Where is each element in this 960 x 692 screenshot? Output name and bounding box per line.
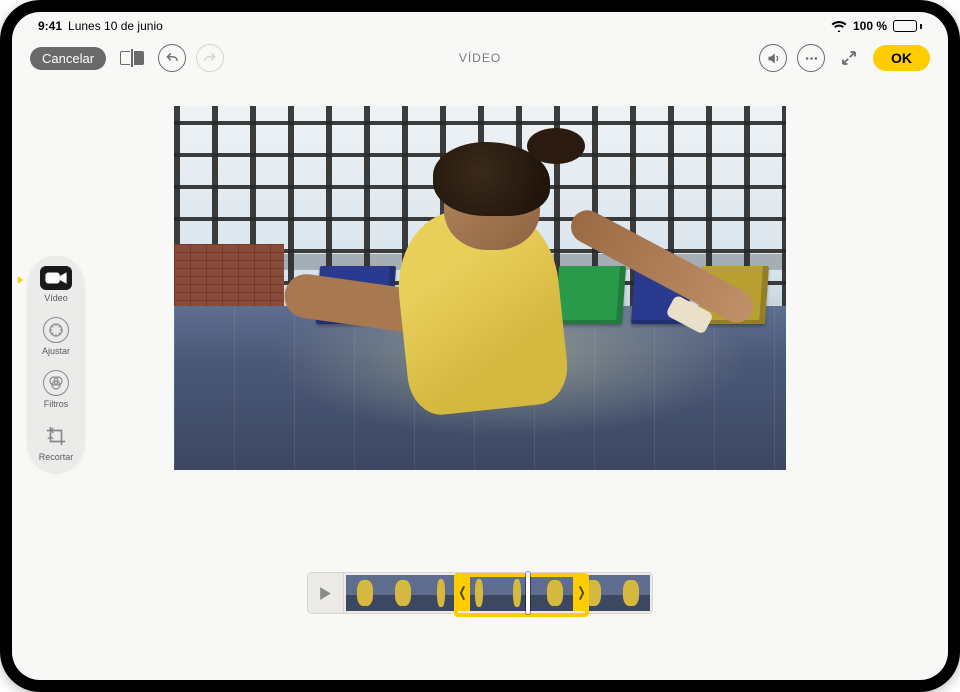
editor-toolbar: Cancelar VÍDEO OK [12,36,948,80]
status-time: 9:41 [38,19,62,33]
trim-range[interactable] [454,573,589,617]
volume-button[interactable] [759,44,787,72]
tool-filters[interactable]: Filtros [32,370,80,409]
active-tool-indicator [18,276,23,284]
crop-icon [43,423,69,449]
video-icon [40,266,72,290]
play-button[interactable] [307,572,343,614]
trim-handle-end[interactable] [573,575,589,611]
redo-button[interactable] [196,44,224,72]
compare-original-button[interactable] [116,49,148,67]
tool-crop-label: Recortar [39,452,74,462]
more-options-button[interactable] [797,44,825,72]
cancel-button[interactable]: Cancelar [30,47,106,70]
adjust-icon [43,317,69,343]
video-preview[interactable] [174,106,786,470]
status-date: Lunes 10 de junio [68,19,163,33]
tool-video-label: Vídeo [44,293,68,303]
playhead[interactable] [526,572,530,614]
tool-filters-label: Filtros [44,399,69,409]
undo-button[interactable] [158,44,186,72]
video-timeline [307,572,653,614]
battery-icon [893,20,922,32]
tool-adjust[interactable]: Ajustar [32,317,80,356]
filters-icon [43,370,69,396]
tool-video[interactable]: Vídeo [32,266,80,303]
tool-adjust-label: Ajustar [42,346,70,356]
edit-tools-sidebar: Vídeo Ajustar Filtros Recortar [28,256,84,472]
status-bar: 9:41 Lunes 10 de junio 100 % [12,12,948,36]
battery-percent: 100 % [853,19,887,33]
tool-crop[interactable]: Recortar [32,423,80,462]
wifi-icon [831,20,847,32]
trim-handle-start[interactable] [454,575,470,611]
fullscreen-button[interactable] [835,44,863,72]
mode-title: VÍDEO [459,51,501,65]
filmstrip[interactable] [346,575,650,611]
done-button[interactable]: OK [873,45,930,71]
